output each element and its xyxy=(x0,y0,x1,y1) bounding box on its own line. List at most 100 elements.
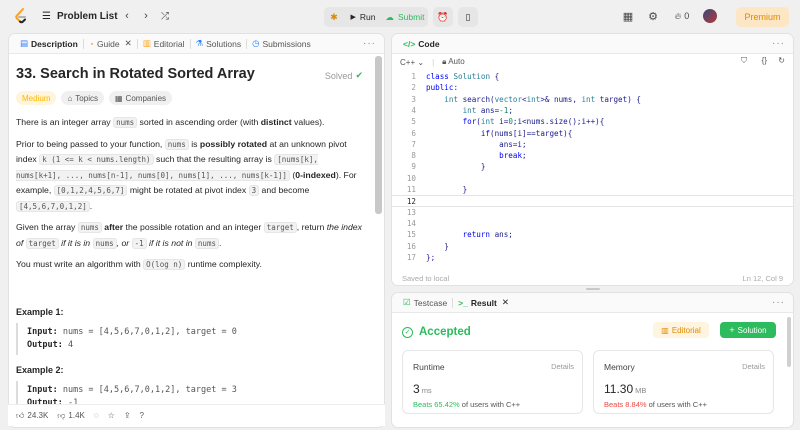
book-icon: ▥ xyxy=(142,38,151,48)
memory-details-link[interactable]: Details xyxy=(742,362,765,371)
runtime-label: Runtime xyxy=(413,362,445,372)
submit-label: Submit xyxy=(398,12,425,22)
tab-editorial[interactable]: ▥ Editorial xyxy=(138,34,190,54)
code-line[interactable]: 5 for(int i=0;i<nums.size();i++){ xyxy=(392,116,793,127)
favorite-button[interactable]: ☆ xyxy=(108,411,115,420)
saved-status: Saved to local xyxy=(402,274,450,283)
line-number: 6 xyxy=(411,128,416,138)
next-problem-button[interactable]: › xyxy=(139,8,153,24)
tab-testcase[interactable]: ☑ Testcase xyxy=(398,293,452,313)
line-number: 9 xyxy=(411,162,416,172)
runtime-card[interactable]: Runtime Details 3 ms Beats 65.42% of user… xyxy=(402,350,583,414)
code-line[interactable]: 12 xyxy=(392,195,793,207)
format-braces-icon[interactable]: {} xyxy=(762,56,767,65)
code-line[interactable]: 17}; xyxy=(392,252,793,263)
leetcode-logo-icon[interactable] xyxy=(14,8,28,24)
prev-problem-button[interactable]: ‹ xyxy=(120,8,134,24)
tab-submissions-label: Submissions xyxy=(262,38,311,49)
memory-beats: Beats 8.84% of users with C++ xyxy=(604,400,707,409)
layout-button[interactable]: ▦ xyxy=(621,8,635,24)
bookmark-icon[interactable]: ⛉ xyxy=(741,56,747,66)
note-icon: ▯ xyxy=(465,11,471,22)
problem-list-link[interactable]: ☰ Problem List xyxy=(42,9,118,23)
code-tabbar: </> Code ··· xyxy=(392,34,793,54)
close-icon[interactable]: ✕ xyxy=(125,38,132,49)
code-line-text: if(nums[i]==target){ xyxy=(480,128,573,138)
close-icon[interactable]: ✕ xyxy=(502,297,509,308)
more-options-icon[interactable]: ··· xyxy=(363,38,376,49)
code-line[interactable]: 3 int search(vector<int>& nums, int targ… xyxy=(392,94,793,105)
line-number: 7 xyxy=(411,139,416,149)
code-editor[interactable]: 1 class Solution {2 public: 3 int search(ve… xyxy=(392,71,793,285)
description-paragraph-3: Given the array nums after the possible … xyxy=(16,222,362,249)
settings-button[interactable]: ⚙ xyxy=(646,8,660,24)
chevron-down-icon: ⌄ xyxy=(417,57,425,67)
line-number: 14 xyxy=(406,218,416,228)
panel-resize-handle[interactable] xyxy=(586,288,600,290)
topics-chip[interactable]: ⌂ Topics xyxy=(61,91,104,105)
example-1-heading: Example 1: xyxy=(16,306,64,317)
timer-button[interactable]: ⏰ xyxy=(433,7,453,27)
tab-solutions[interactable]: ⚗ Solutions xyxy=(191,34,247,54)
code-line[interactable]: 14 xyxy=(392,218,793,229)
result-scrollbar[interactable] xyxy=(787,317,791,367)
code-line[interactable]: 4 int ans=-1; xyxy=(392,105,793,116)
code-line[interactable]: 16 } xyxy=(392,241,793,252)
code-line[interactable]: 6 if(nums[i]==target){ xyxy=(392,128,793,139)
submit-button[interactable]: ☁ Submit xyxy=(382,7,428,27)
language-select[interactable]: C++ ⌄ xyxy=(400,58,424,67)
solution-label: Solution xyxy=(737,325,767,335)
post-solution-button[interactable]: + Solution xyxy=(720,322,776,338)
code-line-text: return ans; xyxy=(462,230,513,240)
line-number: 2 xyxy=(411,83,416,93)
runtime-details-link[interactable]: Details xyxy=(551,362,574,371)
grid-icon: ▦ xyxy=(622,10,634,23)
auto-mode-toggle[interactable]: 🔒︎ Auto xyxy=(442,57,465,67)
editor-toolbar: C++ ⌄ | 🔒︎ Auto ⛉ {} ↻ xyxy=(400,56,785,67)
question-icon: ? xyxy=(139,411,144,420)
code-line[interactable]: 10 xyxy=(392,173,793,184)
like-button[interactable]: 👍︎ 24.3K xyxy=(16,411,48,421)
code-line[interactable]: 15 return ans; xyxy=(392,229,793,240)
tag-icon: ⌂ xyxy=(67,93,73,103)
streak-counter[interactable]: 🔥︎ 0 xyxy=(670,8,694,24)
tab-editorial-label: Editorial xyxy=(153,38,185,49)
code-line[interactable]: 9 } xyxy=(392,161,793,172)
result-more-options-icon[interactable]: ··· xyxy=(772,297,785,308)
description-scrollbar[interactable] xyxy=(375,56,382,214)
share-button[interactable]: ⇪ xyxy=(124,411,131,420)
code-line[interactable]: 7 ans=i; xyxy=(392,139,793,150)
submission-status: ✓ Accepted xyxy=(402,326,471,338)
code-line[interactable]: 2 public: xyxy=(392,82,793,93)
editorial-button[interactable]: ▥ Editorial xyxy=(653,322,709,338)
tab-guide[interactable]: ◔ Guide ✕ xyxy=(84,34,137,54)
runtime-value: 3 ms xyxy=(413,382,432,396)
chevron-right-icon: › xyxy=(144,10,148,22)
tab-result[interactable]: >_ Result ✕ xyxy=(453,293,514,313)
debug-button[interactable]: ✱ xyxy=(324,7,344,27)
avatar[interactable] xyxy=(703,9,717,23)
code-line[interactable]: 11 } xyxy=(392,184,793,195)
code-line[interactable]: 8 break; xyxy=(392,150,793,161)
solved-label: Solved xyxy=(324,70,353,81)
help-button[interactable]: ? xyxy=(140,411,144,420)
code-line[interactable]: 13 xyxy=(392,207,793,218)
dislike-button[interactable]: 👎︎ 1.4K xyxy=(57,411,85,421)
companies-chip[interactable]: ▦ Companies xyxy=(108,91,173,105)
run-button[interactable]: ▶ Run xyxy=(344,7,382,27)
top-navbar: ☰ Problem List ‹ › ⤮ ✱ ▶ Run ☁ Submit ⏰ … xyxy=(0,0,800,32)
example-1-box: Input: nums = [4,5,6,7,0,1,2], target = … xyxy=(16,322,367,355)
tab-description[interactable]: ▤ Description xyxy=(15,34,83,54)
reset-icon[interactable]: ↻ xyxy=(778,56,785,65)
comment-button[interactable]: ◌ xyxy=(94,411,99,420)
code-panel: </> Code ··· C++ ⌄ | 🔒︎ Auto ⛉ {} ↻ 1 cla… xyxy=(391,33,794,286)
code-more-options-icon[interactable]: ··· xyxy=(772,38,785,49)
random-problem-button[interactable]: ⤮ xyxy=(157,8,173,24)
premium-button[interactable]: Premium xyxy=(736,7,789,27)
tab-submissions[interactable]: ◷ Submissions xyxy=(247,34,316,54)
code-line[interactable]: 1 class Solution { xyxy=(392,71,793,82)
code-line-text: }; xyxy=(426,252,436,262)
memory-card[interactable]: Memory Details 11.30 MB Beats 8.84% of us… xyxy=(593,350,774,414)
tab-code[interactable]: </> Code xyxy=(398,34,445,54)
notes-button[interactable]: ▯ xyxy=(458,7,478,27)
